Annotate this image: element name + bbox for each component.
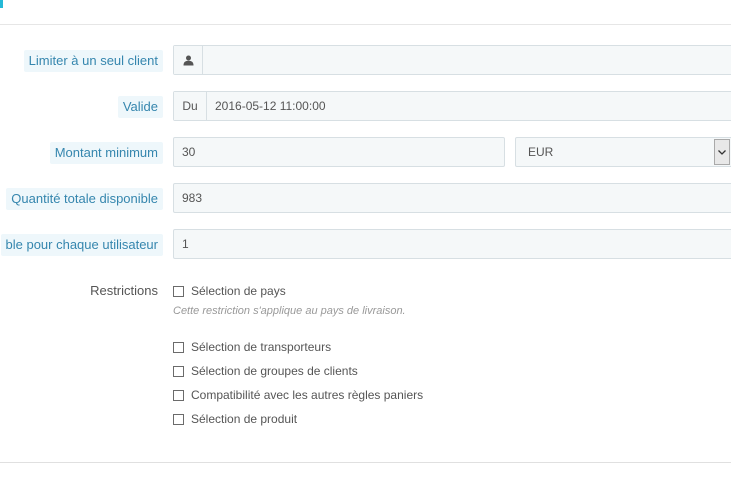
valid-label: Valide [117, 96, 163, 118]
customer-label: Limiter à un seul client [23, 50, 163, 72]
minimum-amount-value: 30 [182, 145, 196, 159]
restriction-country-option[interactable]: Sélection de pays [173, 282, 286, 300]
customer-addon [174, 46, 203, 74]
chevron-down-icon[interactable] [714, 139, 730, 165]
form-row-per-user: ble pour chaque utilisateur 1 [0, 229, 731, 261]
minimum-label: Montant minimum [49, 142, 163, 164]
currency-value: EUR [528, 145, 554, 159]
valid-from-addon: Du [174, 92, 207, 120]
valid-from-value: 2016-05-12 11:00:00 [215, 99, 326, 113]
carrier-checkbox-label: Sélection de transporteurs [191, 340, 332, 354]
country-checkbox[interactable] [173, 285, 184, 297]
label-wrap-valid: Valide [117, 91, 163, 123]
product-checkbox-label: Sélection de produit [191, 412, 298, 426]
group-checkbox-label: Sélection de groupes de clients [191, 364, 358, 378]
top-accent-bar [0, 0, 3, 8]
form-row-valid: Valide Du 2016-05-12 11:00:00 [0, 91, 731, 123]
quantity-input[interactable]: 983 [173, 183, 731, 213]
group-checkbox[interactable] [173, 365, 184, 377]
currency-select[interactable]: EUR [515, 137, 731, 167]
country-checkbox-label: Sélection de pays [191, 284, 286, 298]
restriction-group-option[interactable]: Sélection de groupes de clients [173, 362, 358, 380]
bottom-divider [0, 462, 731, 463]
form-row-customer: Limiter à un seul client [0, 45, 731, 77]
per-user-label: ble pour chaque utilisateur [0, 234, 163, 256]
per-user-input[interactable]: 1 [173, 229, 731, 259]
carrier-checkbox[interactable] [173, 341, 184, 353]
customer-input[interactable] [173, 45, 731, 75]
compat-checkbox-label: Compatibilité avec les autres règles pan… [191, 388, 424, 402]
restriction-compat-option[interactable]: Compatibilité avec les autres règles pan… [173, 386, 423, 404]
restrictions-label: Restrictions [90, 283, 158, 298]
compat-checkbox[interactable] [173, 389, 184, 401]
label-wrap-quantity: Quantité totale disponible [6, 183, 163, 215]
country-help-text: Cette restriction s'applique au pays de … [173, 305, 406, 317]
minimum-amount-input[interactable]: 30 [173, 137, 505, 167]
form-row-quantity: Quantité totale disponible 983 [0, 183, 731, 215]
valid-from-input[interactable]: Du 2016-05-12 11:00:00 [173, 91, 731, 121]
label-wrap-customer: Limiter à un seul client [23, 45, 163, 77]
label-wrap-per-user: ble pour chaque utilisateur [0, 229, 163, 261]
quantity-label: Quantité totale disponible [6, 188, 163, 210]
product-checkbox[interactable] [173, 413, 184, 425]
restriction-product-option[interactable]: Sélection de produit [173, 410, 297, 428]
quantity-value: 983 [182, 191, 203, 205]
form-row-minimum: Montant minimum 30 EUR [0, 137, 731, 169]
label-wrap-minimum: Montant minimum [49, 137, 163, 169]
per-user-value: 1 [182, 237, 189, 251]
restriction-carrier-option[interactable]: Sélection de transporteurs [173, 338, 331, 356]
top-divider [0, 24, 731, 25]
user-icon [183, 55, 193, 65]
